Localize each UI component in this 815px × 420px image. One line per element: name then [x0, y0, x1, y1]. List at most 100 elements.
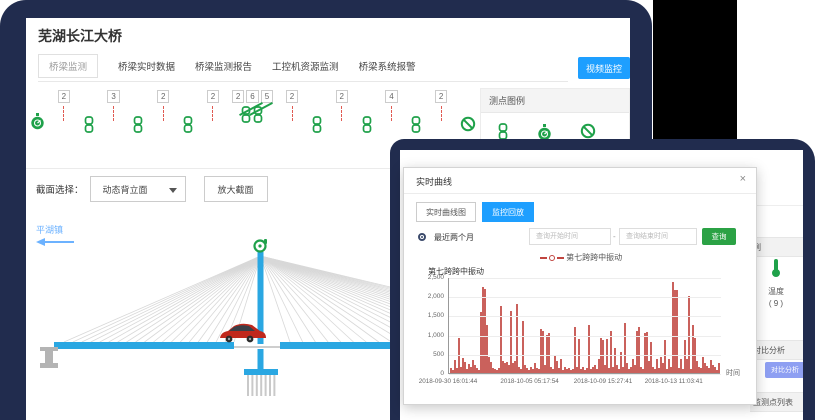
sensor-mark: 3 — [107, 90, 119, 121]
legend-series-label: 第七跨跨中振动 — [566, 253, 622, 262]
modal-title: 实时曲线 — [416, 175, 452, 188]
sensor-dash-line — [441, 106, 442, 121]
sensor-mark: 2 — [207, 90, 219, 121]
chain-sensor-icon[interactable] — [83, 116, 95, 133]
compare-analysis-button[interactable]: 对比分析 — [765, 362, 803, 378]
chart-bar — [688, 296, 690, 373]
bearing-links — [240, 106, 264, 123]
point-list-header: 监测点列表 — [750, 392, 803, 412]
legend-line-icon — [540, 257, 547, 259]
temperature-count: ( 9 ) — [752, 299, 800, 308]
tab-bridge-monitoring-report[interactable]: 桥梁监测报告 — [195, 59, 252, 73]
x-tick-label: 2018-09-30 16:01:44 — [403, 378, 493, 385]
sensor-dash-line — [341, 106, 342, 121]
query-start-time-input[interactable] — [529, 228, 611, 245]
chain-sensor — [182, 116, 194, 138]
chain-sensor-icon[interactable] — [182, 116, 194, 133]
chain-sensor-icon[interactable] — [132, 116, 144, 133]
temperature-label: 温度 — [752, 286, 800, 297]
tab-bridge-monitoring[interactable]: 桥梁监测 — [38, 54, 98, 78]
chain-sensor-icon[interactable] — [361, 116, 373, 133]
gauge-sensor — [30, 112, 45, 136]
query-button[interactable]: 查询 — [702, 228, 736, 245]
close-icon[interactable]: × — [740, 173, 746, 185]
modal-header: 实时曲线 × — [404, 168, 756, 194]
disabled-sensor — [460, 116, 476, 137]
gridline — [449, 316, 721, 317]
y-tick-label: 2,500 — [406, 274, 444, 281]
chart-bars — [450, 277, 720, 373]
chain-sensor-icon[interactable] — [497, 123, 509, 140]
stage: 芜湖长江大桥 桥梁监测 桥梁实时数据 桥梁监测报告 工控机资源监测 桥梁系统报警… — [0, 0, 815, 420]
bridge-left-pier — [40, 347, 58, 368]
bridge-piles — [248, 375, 274, 396]
chart-plot-area — [448, 278, 720, 374]
sensor-count-badge: 2 — [286, 90, 298, 103]
disabled-sensor-icon[interactable] — [460, 116, 476, 132]
page-title: 芜湖长江大桥 — [38, 26, 122, 46]
section-select-value: 动态背立面 — [103, 183, 148, 196]
sensor-count-badge: 4 — [385, 90, 397, 103]
y-tick-label: 500 — [406, 351, 444, 358]
query-form: 最近两个月 - 查询 — [404, 228, 758, 246]
section-select-dropdown[interactable]: 动态背立面 — [90, 176, 186, 202]
sensor-dash-line — [212, 106, 213, 121]
section-controls: 截面选择： 动态背立面 放大截面 — [36, 176, 268, 202]
modal-tab-bar: 实时曲线图 监控回放 — [416, 202, 534, 222]
chain-sensor — [311, 116, 323, 138]
sensor-mark: 2 — [286, 90, 298, 121]
chart-bar — [718, 363, 720, 373]
sensor-dash-line — [113, 106, 114, 121]
tab-monitoring-playback[interactable]: 监控回放 — [482, 202, 534, 222]
chart-legend[interactable]: 第七跨跨中振动 — [404, 252, 758, 263]
chevron-down-icon — [169, 188, 177, 193]
sensor-count-badge: 3 — [107, 90, 119, 103]
recent-two-months-radio[interactable] — [418, 233, 426, 241]
chart-bar — [676, 290, 678, 373]
sensor-count-badge: 2 — [435, 90, 447, 103]
disabled-sensor-icon[interactable] — [580, 123, 596, 139]
y-tick-label: 2,000 — [406, 293, 444, 300]
chain-sensor-icon[interactable] — [311, 116, 323, 133]
sensor-dash-line — [63, 106, 64, 121]
background-black-region — [653, 0, 737, 139]
sensor-mark: 4 — [385, 90, 397, 121]
gridline — [449, 278, 721, 279]
wind-sensor-icon[interactable] — [255, 239, 268, 252]
gridline — [449, 374, 721, 375]
temperature-sensor-block[interactable]: 温度 ( 9 ) — [752, 258, 800, 308]
recent-two-months-label: 最近两个月 — [434, 232, 474, 243]
bridge-tower-lower — [258, 349, 264, 371]
legend-line-icon — [557, 257, 564, 259]
enlarge-section-button[interactable]: 放大截面 — [204, 176, 268, 202]
sensor-mark: 2 — [435, 90, 447, 121]
chain-sensor-icon[interactable] — [410, 116, 422, 133]
sensor-count-badge: 2 — [232, 90, 244, 103]
bridge-deck-gap — [234, 342, 280, 349]
measure-point-legend-header: 测点图例 — [481, 89, 629, 113]
sensor-dash-line — [292, 106, 293, 121]
tab-realtime-curve-chart[interactable]: 实时曲线图 — [416, 202, 476, 222]
tab-bridge-system-alarm[interactable]: 桥梁系统报警 — [359, 59, 416, 73]
sensor-dash-line — [391, 106, 392, 121]
y-tick-label: 1,500 — [406, 312, 444, 319]
realtime-curve-modal: 实时曲线 × 实时曲线图 监控回放 最近两个月 - 查询 第七跨跨中振动 第七跨… — [403, 167, 757, 405]
gridline — [449, 355, 721, 356]
sensor-mark: 2 — [157, 90, 169, 121]
chain-sensor — [410, 116, 422, 138]
chain-sensor — [361, 116, 373, 138]
tab-ipc-resource-monitoring[interactable]: 工控机资源监测 — [272, 59, 339, 73]
date-range-separator: - — [613, 232, 616, 241]
chart-x-axis-name: 时间 — [726, 368, 740, 378]
chart-bar — [588, 325, 590, 373]
tab-bridge-realtime-data[interactable]: 桥梁实时数据 — [118, 59, 175, 73]
sensor-count-badge: 2 — [336, 90, 348, 103]
gridline — [449, 297, 721, 298]
query-end-time-input[interactable] — [619, 228, 697, 245]
section-select-label: 截面选择： — [36, 182, 84, 196]
sensor-mark: 2 — [336, 90, 348, 121]
chain-sensor — [132, 116, 144, 138]
gauge-icon[interactable] — [30, 112, 45, 131]
video-monitoring-button[interactable]: 视频监控 — [578, 57, 630, 79]
compare-analysis-header: 对比分析 — [750, 340, 803, 360]
